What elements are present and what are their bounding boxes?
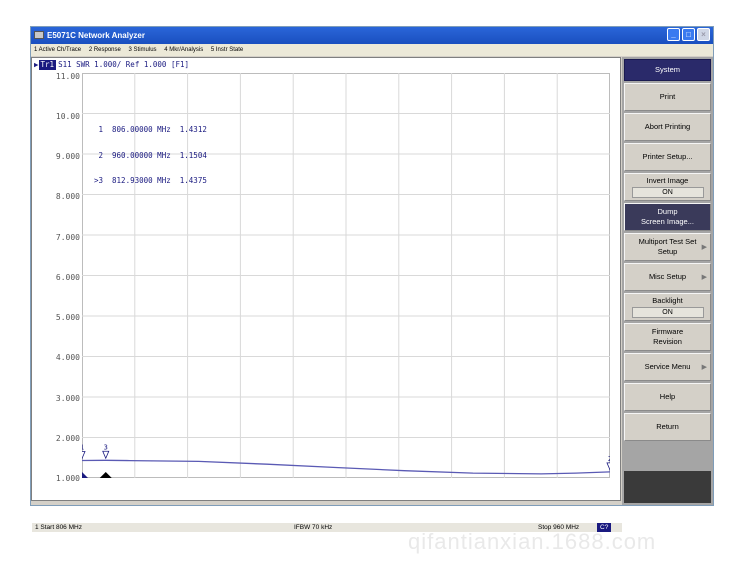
softkey-backlight[interactable]: Backlight ON [624,293,711,321]
menu-active-ch-trace[interactable]: 1 Active Ch/Trace [34,47,81,53]
softkey-misc-setup[interactable]: Misc Setup ▶ [624,263,711,291]
submenu-arrow-icon: ▶ [701,244,707,251]
plot-area: ▶ Tr1 S11 SWR 1.000/ Ref 1.000 [F1] 11.00 … [31,57,622,532]
y-tick-label: 2.000 [55,434,80,443]
y-tick-label: 9.000 [55,152,80,161]
softkey-service-menu[interactable]: Service Menu ▶ [624,353,711,381]
softkey-panel-footer [624,471,711,503]
softkey-help[interactable]: Help [624,383,711,411]
marker-flag-label: 3 [104,443,108,451]
window-title: E5071C Network Analyzer [47,31,145,40]
softkey-firmware-revision[interactable]: Firmware Revision [624,323,711,351]
marker-row: >3 812.93000 MHz 1.4375 [93,176,207,185]
y-tick-label: 10.00 [55,112,80,121]
title-bar: E5071C Network Analyzer _ □ × [31,27,713,44]
minimize-button[interactable]: _ [667,28,680,41]
menu-response[interactable]: 2 Response [89,47,121,53]
y-tick-label: 6.000 [55,273,80,282]
trace-badge[interactable]: Tr1 [38,60,57,70]
menu-instr-state[interactable]: 5 Instr State [211,47,243,53]
y-tick-label: 7.000 [55,233,80,242]
submenu-arrow-icon: ▶ [701,274,707,281]
marker-row: 2 960.00000 MHz 1.1504 [98,150,207,160]
y-tick-label: 3.000 [55,394,80,403]
softkey-dump-screen-image[interactable]: Dump Screen Image... [624,203,711,231]
menu-mkr-analysis[interactable]: 4 Mkr/Analysis [164,47,203,53]
marker-flag-label: 2 [608,455,610,463]
softkey-printer-setup[interactable]: Printer Setup... [624,143,711,171]
analyzer-window: E5071C Network Analyzer _ □ × 1 Active C… [30,26,714,532]
watermark: qifantianxian.1688.com [408,529,657,554]
menu-bar: 1 Active Ch/Trace 2 Response 3 Stimulus … [31,44,713,56]
marker-readout: 1 806.00000 MHz 1.4312 2 960.00000 MHz 1… [89,109,207,203]
trace-header: ▶ Tr1 S11 SWR 1.000/ Ref 1.000 [F1] [34,60,189,70]
invert-image-toggle[interactable]: ON [631,187,704,198]
y-tick-label: 1.000 [55,474,80,483]
softkey-invert-image[interactable]: Invert Image ON [624,173,711,201]
submenu-arrow-icon: ▶ [701,364,707,371]
start-frequency[interactable]: 1 Start 806 MHz [35,523,82,532]
softkey-abort-printing[interactable]: Abort Printing [624,113,711,141]
y-tick-label: 4.000 [55,353,80,362]
menu-stimulus[interactable]: 3 Stimulus [129,47,157,53]
softkey-panel: System Print Abort Printing Printer Setu… [622,57,713,505]
app-icon [34,31,44,39]
y-tick-label: 8.000 [55,192,80,201]
softkey-return[interactable]: Return [624,413,711,441]
softkey-header-system: System [624,59,711,81]
softkey-print[interactable]: Print [624,83,711,111]
marker-flag-label: 1 [82,444,84,452]
close-button[interactable]: × [697,28,710,41]
y-tick-label: 5.000 [55,313,80,322]
ifbw-readout[interactable]: IFBW 70 kHz [294,523,332,532]
softkey-multiport-test-set-setup[interactable]: Multiport Test Set Setup ▶ [624,233,711,261]
y-tick-label: 11.00 [55,72,80,81]
marker-row: 1 806.00000 MHz 1.4312 [98,125,207,134]
maximize-button[interactable]: □ [682,28,695,41]
backlight-toggle[interactable]: ON [631,307,704,318]
trace-settings: S11 SWR 1.000/ Ref 1.000 [F1] [58,60,190,69]
